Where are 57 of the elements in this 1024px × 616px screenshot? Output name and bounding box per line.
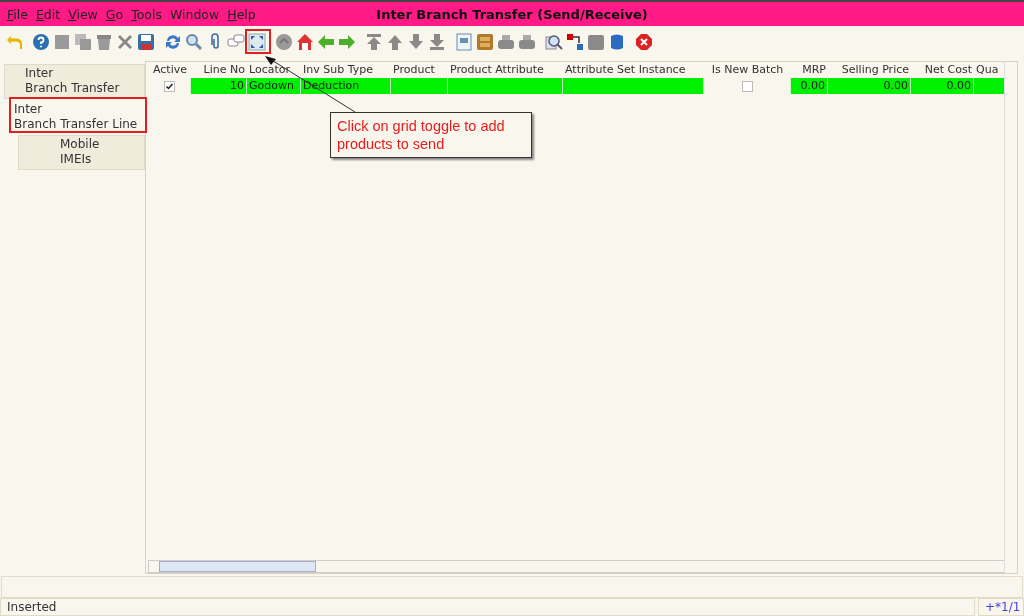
help-icon[interactable]	[31, 32, 51, 52]
menu-item[interactable]: Tools	[127, 6, 166, 22]
column-header: Product	[392, 62, 436, 77]
save-icon[interactable]	[136, 32, 156, 52]
table-cell: 0.00	[828, 78, 911, 94]
menu-item[interactable]: View	[64, 6, 102, 22]
table-cell: Godown	[247, 78, 301, 94]
status-message: Inserted	[0, 598, 975, 616]
column-header: Product Attribute	[449, 62, 545, 77]
right-arrow-icon[interactable]	[337, 32, 357, 52]
menu-item[interactable]: Go	[101, 6, 128, 22]
column-header: MRP	[801, 62, 827, 77]
close-icon[interactable]	[634, 32, 654, 52]
zoom-document-icon[interactable]	[544, 32, 564, 52]
column-header: Active	[152, 62, 188, 77]
table-cell	[391, 78, 448, 94]
checkbox[interactable]	[164, 80, 175, 92]
table-cell: 0.00	[791, 78, 828, 94]
grid-toggle-icon[interactable]	[247, 32, 267, 52]
column-header: Attribute Set Instance	[564, 62, 687, 77]
window-title: Inter Branch Transfer (Send/Receive)	[376, 6, 648, 22]
refresh-icon[interactable]	[163, 32, 183, 52]
table-cell: 0.00	[911, 78, 974, 94]
horizontal-scrollbar[interactable]	[148, 560, 1005, 573]
printer-icon[interactable]	[496, 32, 516, 52]
printer-icon[interactable]	[517, 32, 537, 52]
last-record-icon[interactable]	[427, 32, 447, 52]
menu-item[interactable]: File	[3, 6, 32, 22]
column-header: Inv Sub Type	[302, 62, 374, 77]
checkbox[interactable]	[741, 80, 753, 92]
product-icon[interactable]	[586, 32, 606, 52]
column-header: Net Cost	[923, 62, 973, 77]
column-header: Selling Price	[840, 62, 910, 77]
record-indicator: +*1/1	[978, 598, 1024, 616]
workflow-icon[interactable]	[565, 32, 585, 52]
search-icon[interactable]	[184, 32, 204, 52]
first-record-icon[interactable]	[364, 32, 384, 52]
table-cell: 10	[191, 78, 247, 94]
tab[interactable]: Inter Branch Transfer	[4, 64, 145, 99]
column-header: Locator	[248, 62, 292, 77]
menu-item[interactable]: Window	[165, 6, 224, 22]
tab[interactable]: Mobile IMEIs	[18, 135, 145, 170]
history-icon[interactable]	[274, 32, 294, 52]
menu-item[interactable]: Help	[223, 6, 260, 22]
column-header: Qua	[975, 62, 1000, 77]
delete-icon[interactable]	[94, 32, 114, 52]
callout-note: Click on grid toggle to add products to send	[330, 112, 532, 158]
home-icon[interactable]	[295, 32, 315, 52]
archive-icon[interactable]	[475, 32, 495, 52]
report-icon[interactable]	[454, 32, 474, 52]
column-header: Is New Batch	[710, 62, 785, 77]
copy-icon[interactable]	[73, 32, 93, 52]
new-record-icon[interactable]	[52, 32, 72, 52]
column-header: Line No	[202, 62, 246, 77]
menu-item[interactable]: Edit	[31, 6, 65, 22]
highlight-frame	[245, 29, 271, 54]
tab[interactable]: Inter Branch Transfer Line	[4, 99, 145, 135]
